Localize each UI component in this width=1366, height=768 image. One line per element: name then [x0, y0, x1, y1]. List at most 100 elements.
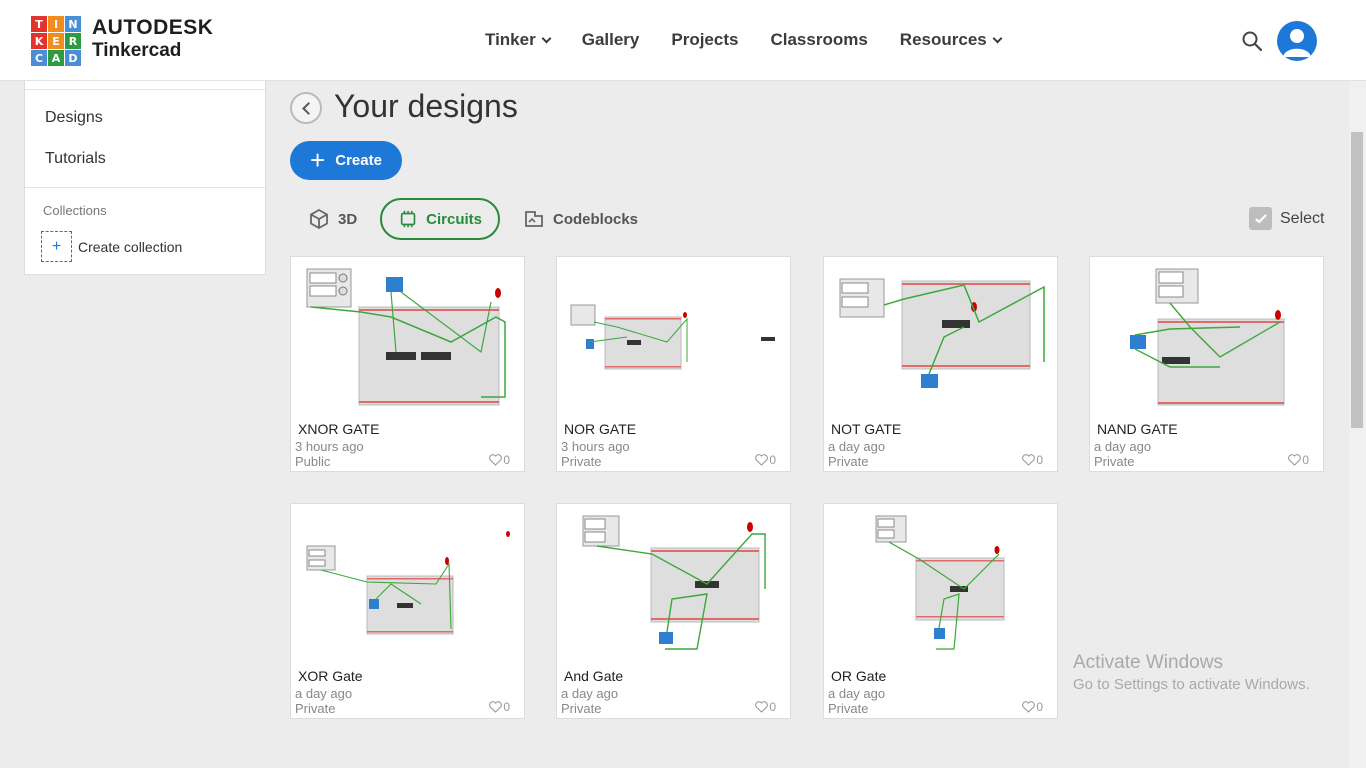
back-button[interactable]	[290, 92, 322, 124]
collections-label: Collections	[43, 203, 107, 218]
divider	[25, 187, 265, 188]
design-time: 3 hours ago	[561, 439, 630, 454]
heart-icon	[1022, 454, 1036, 466]
nav-gallery[interactable]: Gallery	[582, 30, 640, 50]
tab-codeblocks[interactable]: Codeblocks	[523, 198, 638, 240]
design-time: a day ago	[828, 686, 886, 701]
logo-letter: A	[48, 50, 64, 66]
heart-icon	[1022, 701, 1036, 713]
design-time: a day ago	[295, 686, 353, 701]
create-label: Create	[335, 152, 382, 169]
logo-letter: C	[31, 50, 47, 66]
nav-label: Classrooms	[770, 30, 868, 49]
like-button[interactable]: 0	[489, 700, 510, 714]
nav-label: Resources	[899, 30, 987, 49]
circuit-thumbnail	[570, 304, 775, 370]
chevron-down-icon	[992, 33, 1003, 43]
design-name: OR Gate	[831, 668, 887, 684]
design-card-nor[interactable]: NOR GATE 3 hours ago Private 0	[556, 256, 791, 472]
heart-icon	[1288, 454, 1302, 466]
like-button[interactable]: 0	[1288, 453, 1309, 467]
watermark-subtitle: Go to Settings to activate Windows.	[1073, 676, 1310, 693]
scrollbar-thumb[interactable]	[1351, 132, 1363, 428]
like-count: 0	[1302, 453, 1309, 467]
logo-letter: N	[65, 16, 81, 32]
logo-letter: I	[48, 16, 64, 32]
sidebar-item-designs[interactable]: Designs	[45, 109, 103, 127]
design-time: a day ago	[1094, 439, 1152, 454]
design-name: NAND GATE	[1097, 421, 1178, 437]
design-card-not[interactable]: NOT GATE a day ago Private 0	[823, 256, 1058, 472]
plus-icon: +	[41, 231, 72, 262]
create-button[interactable]: + Create	[290, 141, 402, 180]
user-avatar-icon[interactable]	[1277, 21, 1317, 61]
design-card-xor[interactable]: XOR Gate a day ago Private 0	[290, 503, 525, 719]
activation-watermark: Activate Windows Go to Settings to activ…	[1073, 652, 1310, 693]
tab-label: Codeblocks	[553, 210, 639, 228]
like-count: 0	[1036, 700, 1043, 714]
design-privacy: Private	[828, 701, 869, 716]
like-button[interactable]: 0	[1022, 453, 1043, 467]
tab-3d[interactable]: 3D	[308, 198, 357, 240]
checkbox-icon	[1249, 207, 1272, 230]
nav-tinker[interactable]: Tinker	[485, 30, 552, 50]
like-button[interactable]: 0	[755, 453, 776, 467]
logo-letter: R	[65, 33, 81, 49]
chip-icon	[400, 210, 416, 228]
nav-label: Projects	[671, 30, 739, 49]
design-privacy: Private	[561, 701, 602, 716]
circuit-thumbnail	[306, 531, 510, 635]
select-toggle[interactable]: Select	[1249, 207, 1324, 230]
tab-circuits[interactable]: Circuits	[380, 198, 500, 240]
nav-label: Gallery	[581, 30, 640, 49]
like-count: 0	[769, 700, 776, 714]
design-name: XOR Gate	[298, 668, 363, 684]
design-privacy: Private	[828, 454, 869, 469]
like-button[interactable]: 0	[755, 700, 776, 714]
codeblocks-icon	[525, 211, 543, 227]
brand-autodesk: AUTODESK	[92, 16, 214, 39]
design-card-xnor[interactable]: XNOR GATE 3 hours ago Public 0	[290, 256, 525, 472]
tab-label: 3D	[338, 210, 358, 228]
like-button[interactable]: 0	[1022, 700, 1043, 714]
nav-projects[interactable]: Projects	[671, 30, 738, 50]
circuit-thumbnail	[875, 515, 1005, 650]
search-icon[interactable]	[1242, 31, 1262, 51]
main-nav: Tinker Gallery Projects Classrooms Resou…	[485, 30, 1003, 50]
heart-icon	[755, 701, 769, 713]
design-name: NOT GATE	[831, 421, 902, 437]
logo-letter: K	[31, 33, 47, 49]
sidebar: Designs Tutorials Collections + Create c…	[24, 81, 266, 275]
select-label: Select	[1280, 209, 1325, 227]
design-time: 3 hours ago	[295, 439, 364, 454]
design-privacy: Private	[1094, 454, 1135, 469]
design-card-and[interactable]: And Gate a day ago Private 0	[556, 503, 791, 719]
like-button[interactable]: 0	[489, 453, 510, 467]
logo-letter: E	[48, 33, 64, 49]
sidebar-item-tutorials[interactable]: Tutorials	[45, 150, 106, 168]
circuit-thumbnail	[306, 268, 506, 406]
brand-name[interactable]: AUTODESK Tinkercad	[92, 17, 213, 60]
brand-tinkercad: Tinkercad	[92, 40, 182, 61]
design-privacy: Private	[295, 701, 336, 716]
tab-label: Circuits	[426, 210, 482, 228]
chevron-left-icon	[301, 101, 315, 115]
heart-icon	[489, 701, 503, 713]
design-name: XNOR GATE	[298, 421, 380, 437]
design-card-or[interactable]: OR Gate a day ago Private 0	[823, 503, 1058, 719]
tinkercad-logo[interactable]: T I N K E R C A D	[31, 16, 81, 66]
design-name: And Gate	[564, 668, 624, 684]
logo-letter: D	[65, 50, 81, 66]
design-time: a day ago	[828, 439, 886, 454]
like-count: 0	[1036, 453, 1043, 467]
design-card-nand[interactable]: NAND GATE a day ago Private 0	[1089, 256, 1324, 472]
nav-classrooms[interactable]: Classrooms	[770, 30, 867, 50]
circuit-thumbnail	[1130, 268, 1285, 406]
nav-resources[interactable]: Resources	[899, 30, 1003, 50]
divider	[25, 89, 265, 90]
create-collection-button[interactable]: + Create collection	[41, 231, 182, 262]
nav-label: Tinker	[485, 30, 536, 49]
circuit-thumbnail	[582, 515, 766, 650]
plus-icon: +	[310, 144, 326, 175]
heart-icon	[489, 454, 503, 466]
